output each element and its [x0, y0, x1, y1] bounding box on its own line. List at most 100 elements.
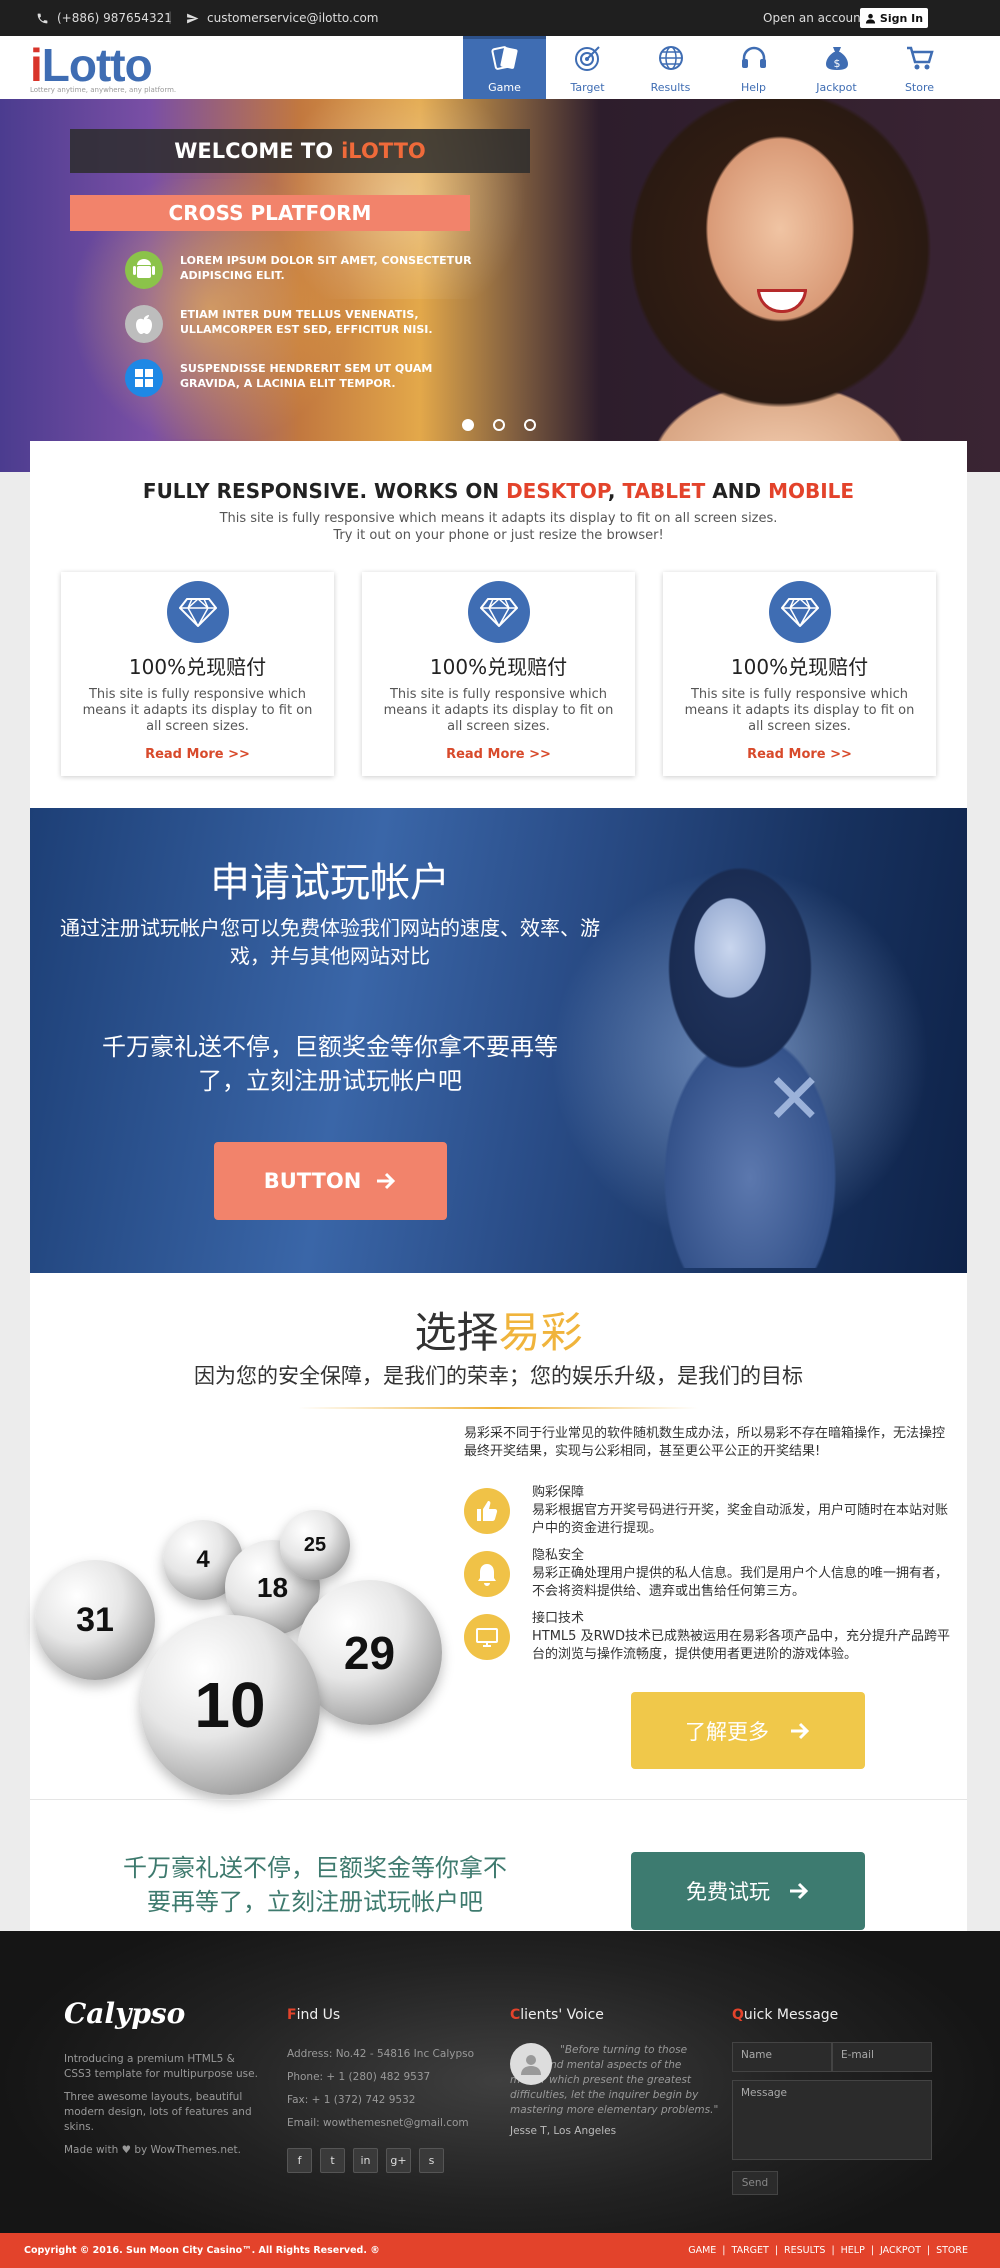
banner-model-image — [620, 828, 880, 1268]
slider-dot[interactable] — [462, 419, 474, 431]
hero-feature-text: SUSPENDISSE HENDRERIT SEM UT QUAM GRAVID… — [180, 362, 433, 390]
feature-card: 100%兑现赔付 This site is fully responsive w… — [362, 572, 635, 776]
send-button[interactable]: Send — [732, 2171, 778, 2195]
lottery-ball: 31 — [35, 1560, 155, 1680]
diamond-icon — [166, 581, 229, 643]
card-title: 100%兑现赔付 — [429, 655, 568, 679]
footer-link-target[interactable]: TARGET — [732, 2245, 769, 2256]
nav-item-results[interactable]: Results — [629, 36, 712, 99]
site-logo[interactable]: iLotto Lottery anytime, anywhere, any pl… — [30, 40, 176, 94]
slider-dots — [462, 419, 536, 431]
link-separator: | — [831, 2245, 835, 2256]
site-header: iLotto Lottery anytime, anywhere, any pl… — [0, 36, 1000, 99]
nav-item-game[interactable]: Game — [463, 36, 546, 99]
user-icon — [521, 2055, 541, 2075]
cards-icon — [490, 44, 520, 81]
lottery-ball: 25 — [280, 1510, 350, 1580]
sign-in-label: Sign In — [879, 11, 924, 25]
free-trial-button[interactable]: 免费试玩 — [631, 1852, 865, 1930]
footer-logo: Calypso — [64, 1997, 186, 2030]
facebook-icon[interactable]: f — [287, 2148, 312, 2173]
twitter-icon[interactable]: t — [320, 2148, 345, 2173]
globe-icon — [656, 44, 686, 81]
card-title: 100%兑现赔付 — [730, 655, 869, 679]
slider-dot[interactable] — [493, 419, 505, 431]
nav-item-target[interactable]: Target — [546, 36, 629, 99]
footer-link-jackpot[interactable]: JACKPOT — [880, 2245, 921, 2256]
responsive-heading: FULLY RESPONSIVE. WORKS ON DESKTOP, TABL… — [142, 479, 855, 503]
divider: | — [168, 10, 173, 24]
diamond-icon — [768, 581, 831, 643]
monitor-icon — [464, 1614, 510, 1660]
responsive-description: This site is fully responsive which mean… — [219, 511, 778, 543]
learn-more-button[interactable]: 了解更多 — [631, 1692, 865, 1769]
email-address[interactable]: customerservice@ilotto.com — [207, 11, 379, 25]
main-content: FULLY RESPONSIVE. WORKS ON DESKTOP, TABL… — [30, 441, 967, 1968]
phone-icon — [37, 13, 48, 23]
android-icon — [125, 251, 163, 289]
link-separator: | — [870, 2245, 875, 2256]
trial-account-banner: ✕ 申请试玩帐户 通过注册试玩帐户您可以免费体验我们网站的速度、效率、游戏，并与… — [30, 808, 967, 1273]
logo-wordmark: iLotto — [30, 39, 153, 91]
target-icon — [573, 44, 603, 81]
skype-icon[interactable]: s — [419, 2148, 444, 2173]
phone-number: (+886) 987654321 — [57, 11, 172, 25]
nav-item-jackpot[interactable]: $ Jackpot — [795, 36, 878, 99]
card-text: This site is fully responsive which mean… — [684, 687, 915, 734]
read-more-link[interactable]: Read More >> — [362, 747, 635, 762]
feature-text: 接口技术 HTML5 及RWD技术已成熟被运用在易彩各项产品中，充分提升产品跨平… — [532, 1611, 950, 1662]
google-plus-icon[interactable]: g+ — [386, 2148, 411, 2173]
diamond-icon — [467, 581, 530, 643]
footer-link-results[interactable]: RESULTS — [784, 2245, 825, 2256]
feature-text: 隐私安全 易彩正确处理用户提供的私人信息。我们是用户个人信息的唯一拥有者，不会将… — [532, 1548, 949, 1599]
money-bag-icon: $ — [822, 44, 852, 81]
main-nav: Game Target Results Help $ Jackpot Store — [463, 36, 961, 99]
footer-link-help[interactable]: HELP — [841, 2245, 865, 2256]
headset-icon — [739, 44, 769, 81]
email-field[interactable]: E-mail — [832, 2042, 932, 2072]
nav-item-store[interactable]: Store — [878, 36, 961, 99]
contact-info: Address: No.42 - 54816 Inc Calypso Phone… — [287, 2048, 475, 2129]
read-more-link[interactable]: Read More >> — [61, 747, 334, 762]
nav-label: Jackpot — [816, 81, 857, 94]
trial-button[interactable]: BUTTON — [214, 1142, 447, 1220]
nav-label: Store — [904, 81, 935, 94]
slider-dot[interactable] — [524, 419, 536, 431]
svg-text:$: $ — [833, 57, 840, 70]
sign-in-button[interactable]: Sign In — [860, 8, 928, 28]
windows-icon — [125, 359, 163, 397]
credit-link[interactable]: by WowThemes.net. — [134, 2144, 241, 2156]
hero-slider: WELCOME TO iLOTTO CROSS PLATFORM LOREM I… — [0, 99, 1000, 472]
hero-model-image — [560, 99, 980, 472]
linkedin-icon[interactable]: in — [353, 2148, 378, 2173]
feature-card: 100%兑现赔付 This site is fully responsive w… — [663, 572, 936, 776]
footer-link-game[interactable]: GAME — [688, 2245, 716, 2256]
name-field[interactable]: Name — [732, 2042, 832, 2072]
top-bar: (+886) 987654321 | customerservice@ilott… — [0, 0, 1000, 36]
cart-icon — [905, 44, 935, 81]
user-icon — [865, 13, 876, 24]
arrow-right-icon — [791, 1722, 810, 1739]
arrow-right-icon — [790, 1882, 809, 1900]
arrow-right-icon — [377, 1172, 396, 1190]
footer-link-store[interactable]: STORE — [936, 2245, 968, 2256]
hero-feature-text: LOREM IPSUM DOLOR SIT AMET, CONSECTETUR … — [180, 254, 472, 282]
close-mark-icon: ✕ — [765, 1058, 824, 1140]
bottom-promo: 千万豪礼送不停，巨额奖金等你拿不要再等了，立刻注册试玩帐户吧 — [123, 1854, 507, 1916]
message-field[interactable]: Message — [732, 2080, 932, 2160]
choose-intro: 易彩采不同于行业常见的软件随机数生成办法，所以易彩不存在暗箱操作，无法操控最终开… — [464, 1426, 946, 1459]
trial-subtitle: 通过注册试玩帐户您可以免费体验我们网站的速度、效率、游戏，并与其他网站对比 — [60, 916, 600, 968]
nav-label: Target — [570, 81, 605, 94]
trial-promo: 千万豪礼送不停，巨额奖金等你拿不要再等了，立刻注册试玩帐户吧 — [102, 1033, 558, 1095]
learn-more-label: 了解更多 — [685, 1719, 769, 1744]
email-contact[interactable]: customerservice@ilotto.com — [186, 11, 379, 25]
clients-voice-heading: Clients' Voice — [510, 2007, 604, 2023]
open-account-link[interactable]: Open an account — [763, 11, 865, 25]
welcome-brand: iLOTTO — [341, 139, 426, 163]
lottery-ball: 10 — [140, 1615, 320, 1795]
feature-text: 购彩保障 易彩根据官方开奖号码进行开奖，奖金自动派发，用户可随时在本站对账户中的… — [532, 1485, 949, 1536]
nav-label: Game — [488, 81, 521, 94]
nav-item-help[interactable]: Help — [712, 36, 795, 99]
link-separator: | — [926, 2245, 931, 2256]
read-more-link[interactable]: Read More >> — [663, 747, 936, 762]
